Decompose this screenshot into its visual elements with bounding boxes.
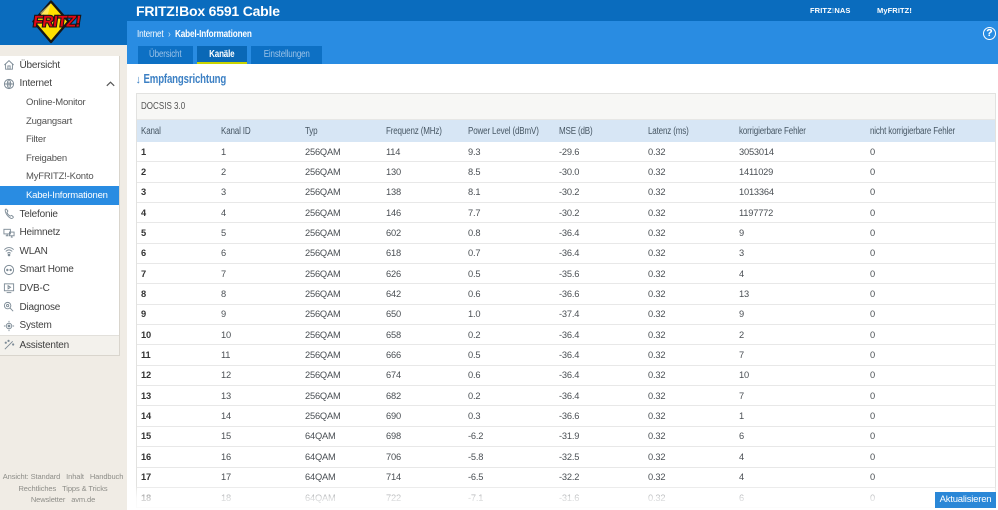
- svg-text:FRITZ!: FRITZ!: [32, 14, 82, 31]
